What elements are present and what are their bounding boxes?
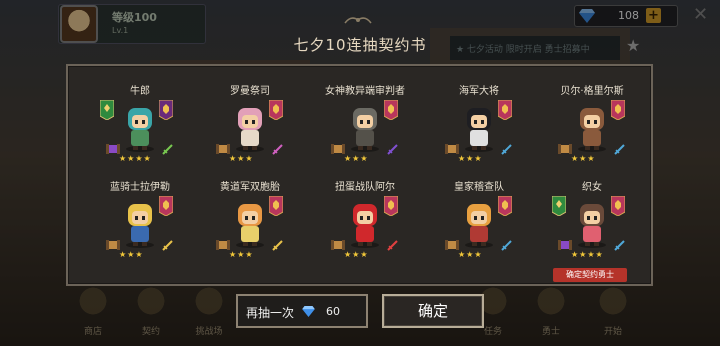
hero-sprite xyxy=(236,108,264,152)
rank-banner-icon xyxy=(552,196,566,216)
hero-card[interactable]: 黄道军双胞胎 ★★★ xyxy=(198,178,302,274)
hero-name: 海军大将 xyxy=(459,86,499,97)
confirm-hero-tag[interactable]: 确定契约勇士 xyxy=(553,268,627,282)
hero-sprite xyxy=(465,108,493,152)
weapon-icon xyxy=(614,144,625,155)
hero-name: 罗曼祭司 xyxy=(230,86,270,97)
class-scroll-icon xyxy=(331,144,345,154)
rank-banner-icon xyxy=(159,196,173,216)
class-scroll-icon xyxy=(445,144,459,154)
hero-name: 牛郎 xyxy=(130,86,150,97)
weapon-icon xyxy=(162,144,173,155)
hero-card[interactable]: 蓝骑士拉伊勒 ★★★ xyxy=(88,178,192,274)
star-rating: ★★★ xyxy=(229,250,254,259)
hero-sprite xyxy=(578,204,606,248)
class-scroll-icon xyxy=(216,240,230,250)
star-rating: ★★★ xyxy=(458,154,483,163)
hero-card[interactable]: 牛郎 ★★★★ xyxy=(88,82,192,178)
rank-banner-icon xyxy=(159,100,173,120)
weapon-icon xyxy=(501,240,512,251)
rank-banner-icon xyxy=(269,100,283,120)
class-scroll-icon xyxy=(106,144,120,154)
diamond-icon xyxy=(302,306,315,317)
star-rating: ★★★ xyxy=(571,154,596,163)
rank-banner-icon xyxy=(498,196,512,216)
rank-banner-icon xyxy=(498,100,512,120)
star-rating: ★★★★ xyxy=(119,154,152,163)
weapon-icon xyxy=(614,240,625,251)
hero-sprite xyxy=(578,108,606,152)
hero-sprite xyxy=(465,204,493,248)
hero-name: 蓝骑士拉伊勒 xyxy=(110,182,170,193)
confirm-button[interactable]: 确定 xyxy=(382,294,484,328)
hero-sprite xyxy=(236,204,264,248)
weapon-icon xyxy=(501,144,512,155)
hero-name: 贝尔·格里尔斯 xyxy=(560,86,624,97)
hero-name: 女神教异端审判者 xyxy=(325,86,405,97)
rank-banner-icon xyxy=(611,100,625,120)
rank-banner-icon xyxy=(611,196,625,216)
weapon-icon xyxy=(387,144,398,155)
class-scroll-icon xyxy=(216,144,230,154)
rank-banner-icon xyxy=(269,196,283,216)
hero-card[interactable]: 罗曼祭司 ★★★ xyxy=(198,82,302,178)
hero-card[interactable]: 皇家稽查队 ★★★ xyxy=(427,178,531,274)
hero-sprite xyxy=(126,108,154,152)
star-rating: ★★★ xyxy=(229,154,254,163)
hero-name: 扭蛋战队阿尔 xyxy=(335,182,395,193)
hero-card[interactable]: 女神教异端审判者 ★★★ xyxy=(313,82,417,178)
draw-again-label: 再抽一次 xyxy=(246,306,295,320)
draw-again-cost: 60 xyxy=(326,305,340,318)
draw-again-button[interactable]: 再抽一次 60 xyxy=(236,294,368,328)
weapon-icon xyxy=(272,240,283,251)
hero-name: 织女 xyxy=(582,182,602,193)
class-scroll-icon xyxy=(558,240,572,250)
hero-card[interactable]: 贝尔·格里尔斯 ★★★ xyxy=(540,82,644,178)
hero-card[interactable]: 扭蛋战队阿尔 ★★★ xyxy=(313,178,417,274)
class-scroll-icon xyxy=(558,144,572,154)
dialog-title: 七夕10连抽契约书 xyxy=(293,36,427,54)
hero-sprite xyxy=(351,108,379,152)
star-rating: ★★★ xyxy=(344,250,369,259)
hero-name: 黄道军双胞胎 xyxy=(220,182,280,193)
star-rating: ★★★ xyxy=(119,250,144,259)
hero-sprite xyxy=(126,204,154,248)
rank-banner-icon xyxy=(100,100,114,120)
star-rating: ★★★★ xyxy=(571,250,604,259)
star-rating: ★★★ xyxy=(344,154,369,163)
weapon-icon xyxy=(272,144,283,155)
title-ornament-icon xyxy=(344,17,372,24)
star-rating: ★★★ xyxy=(458,250,483,259)
hero-sprite xyxy=(351,204,379,248)
hero-card[interactable]: 织女 ★★★★ xyxy=(540,178,644,274)
hero-name: 皇家稽查队 xyxy=(454,182,504,193)
rank-banner-icon xyxy=(384,100,398,120)
class-scroll-icon xyxy=(106,240,120,250)
weapon-icon xyxy=(387,240,398,251)
hero-card[interactable]: 海军大将 ★★★ xyxy=(427,82,531,178)
weapon-icon xyxy=(162,240,173,251)
class-scroll-icon xyxy=(445,240,459,250)
rank-banner-icon xyxy=(384,196,398,216)
class-scroll-icon xyxy=(331,240,345,250)
